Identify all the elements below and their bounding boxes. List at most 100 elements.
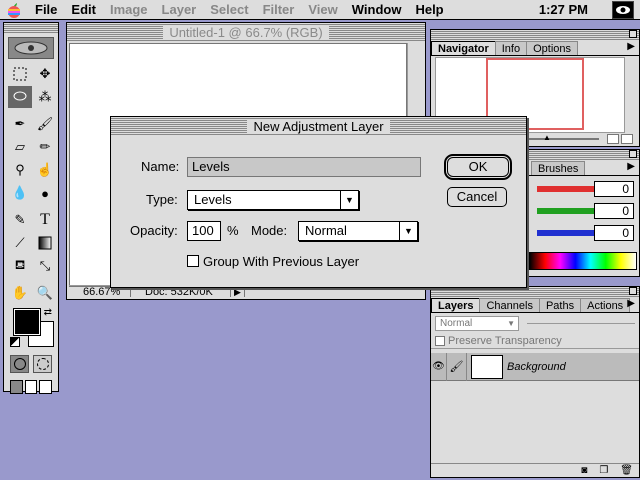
full-screen-menu-icon[interactable] xyxy=(24,380,38,394)
opacity-unit: % xyxy=(227,223,239,238)
tab-paths[interactable]: Paths xyxy=(538,298,582,312)
group-with-previous-checkbox[interactable] xyxy=(187,255,199,267)
move-tool-icon[interactable]: ✥ xyxy=(33,63,57,85)
type-select[interactable]: Levels ▼ xyxy=(187,190,359,210)
type-value: Levels xyxy=(194,192,232,207)
red-value[interactable]: 0 xyxy=(594,181,634,197)
new-layer-icon[interactable]: ❐ xyxy=(599,465,608,476)
preserve-transparency-checkbox[interactable] xyxy=(435,335,445,346)
green-value[interactable]: 0 xyxy=(594,203,634,219)
paintbrush-tool-icon[interactable]: 🖌 xyxy=(33,113,57,135)
tab-brushes[interactable]: Brushes xyxy=(531,161,586,175)
menu-edit[interactable]: Edit xyxy=(64,0,103,20)
menu-select[interactable]: Select xyxy=(203,0,255,20)
magic-wand-tool-icon[interactable]: ⁂ xyxy=(33,86,57,108)
dialog-title: New Adjustment Layer xyxy=(247,119,390,134)
layers-palette: Layers Channels Paths Actions ▶ Normal ▼… xyxy=(430,286,640,478)
paintbrush-icon[interactable]: 🖌 xyxy=(447,352,467,381)
document-titlebar[interactable]: Untitled-1 @ 66.7% (RGB) xyxy=(67,23,425,42)
menu-file[interactable]: File xyxy=(28,0,64,20)
swap-colors-icon[interactable]: ⇄ xyxy=(44,307,52,318)
group-with-previous-label[interactable]: Group With Previous Layer xyxy=(203,254,359,269)
palette-menu-arrow-icon[interactable]: ▶ xyxy=(627,161,635,172)
standard-mode-icon[interactable] xyxy=(10,355,29,373)
mode-select[interactable]: Normal ▼ xyxy=(298,221,418,241)
toolbox: ✥ ⁂ ✒ 🖌 ▱ ✏ ⚲ ☝ 💧 ● ✎ T ⟋ ⛾ ⤡ ✋ 🔍 ⇄ xyxy=(3,22,59,394)
opacity-label: Opacity: xyxy=(130,223,178,238)
pencil-tool-icon[interactable]: ✏ xyxy=(33,136,57,158)
menu-clock: 1:27 PM xyxy=(538,2,588,17)
hand-tool-icon[interactable]: ✋ xyxy=(8,282,32,304)
collapse-box-icon[interactable] xyxy=(629,30,637,38)
dodge-tool-icon[interactable]: ● xyxy=(33,182,57,204)
blur-tool-icon[interactable]: 💧 xyxy=(8,182,32,204)
layer-mask-icon[interactable]: ◙ xyxy=(581,465,587,476)
airbrush-tool-icon[interactable]: ✒ xyxy=(8,113,32,135)
full-screen-icon[interactable] xyxy=(39,380,53,394)
default-colors-icon[interactable] xyxy=(10,337,20,347)
palette-menu-arrow-icon[interactable]: ▶ xyxy=(627,41,635,52)
palette-menu-arrow-icon[interactable]: ▶ xyxy=(627,298,635,309)
collapse-box-icon[interactable] xyxy=(629,150,637,158)
pen-tool-icon[interactable]: ✎ xyxy=(8,209,32,231)
mode-label: Mode: xyxy=(251,223,288,238)
dialog-titlebar[interactable]: New Adjustment Layer xyxy=(111,117,526,136)
layers-palette-titlebar[interactable] xyxy=(431,287,639,297)
menu-help[interactable]: Help xyxy=(408,0,450,20)
layer-thumbnail xyxy=(471,354,503,379)
marquee-tool-icon[interactable] xyxy=(8,63,32,85)
eraser-tool-icon[interactable]: ▱ xyxy=(8,136,32,158)
menu-image[interactable]: Image xyxy=(103,0,155,20)
apple-icon[interactable] xyxy=(0,0,28,20)
eye-visibility-icon[interactable]: 👁 xyxy=(431,352,447,381)
zoom-tool-icon[interactable]: 🔍 xyxy=(33,282,57,304)
photoshop-eye-logo[interactable] xyxy=(8,37,54,59)
foreground-color-swatch[interactable] xyxy=(13,308,41,336)
navigator-palette-titlebar[interactable] xyxy=(431,30,639,40)
type-tool-icon[interactable]: T xyxy=(33,209,57,231)
menu-filter[interactable]: Filter xyxy=(256,0,302,20)
paint-bucket-tool-icon[interactable]: ⛾ xyxy=(8,255,32,277)
blend-mode-value: Normal xyxy=(440,317,473,329)
new-adjustment-layer-dialog: New Adjustment Layer Name: Levels Type: … xyxy=(110,116,527,288)
name-label: Name: xyxy=(141,159,180,174)
tab-layers[interactable]: Layers xyxy=(431,298,481,312)
chevron-down-icon: ▼ xyxy=(399,222,417,240)
toolbox-titlebar[interactable] xyxy=(4,23,58,33)
opacity-slider[interactable] xyxy=(527,322,635,324)
tab-options[interactable]: Options xyxy=(526,41,579,55)
opacity-field[interactable]: 100 xyxy=(187,221,221,241)
blend-mode-select[interactable]: Normal ▼ xyxy=(435,315,519,331)
color-spectrum[interactable] xyxy=(529,252,637,270)
trash-icon[interactable]: 🗑 xyxy=(620,465,633,476)
tab-navigator[interactable]: Navigator xyxy=(431,41,496,55)
rubber-stamp-tool-icon[interactable]: ⚲ xyxy=(8,159,32,181)
quick-mask-mode-icon[interactable] xyxy=(33,355,52,373)
line-tool-icon[interactable]: ⟋ xyxy=(8,232,32,254)
tab-info[interactable]: Info xyxy=(494,41,528,55)
menu-window[interactable]: Window xyxy=(345,0,409,20)
standard-screen-icon[interactable] xyxy=(10,380,23,394)
ok-button[interactable]: OK xyxy=(444,154,512,180)
navigator-zoom-slider[interactable]: ▲ xyxy=(523,133,599,142)
zoom-in-icon[interactable] xyxy=(621,134,633,144)
eye-app-icon[interactable] xyxy=(612,1,634,19)
cancel-button[interactable]: Cancel xyxy=(447,187,507,207)
eyedropper-tool-icon[interactable]: ⤡ xyxy=(33,255,57,277)
menu-view[interactable]: View xyxy=(301,0,344,20)
blue-value[interactable]: 0 xyxy=(594,225,634,241)
type-label: Type: xyxy=(146,192,178,207)
tab-actions[interactable]: Actions xyxy=(580,298,631,312)
collapse-box-icon[interactable] xyxy=(629,287,637,295)
layer-row[interactable]: 👁 🖌 Background xyxy=(431,352,639,381)
smudge-tool-icon[interactable]: ☝ xyxy=(33,159,57,181)
menu-bar: File Edit Image Layer Select Filter View… xyxy=(0,0,640,20)
tab-channels[interactable]: Channels xyxy=(479,298,540,312)
menu-layer[interactable]: Layer xyxy=(155,0,204,20)
chevron-down-icon: ▼ xyxy=(507,318,515,328)
zoom-out-icon[interactable] xyxy=(607,134,619,144)
mode-value: Normal xyxy=(305,223,347,238)
name-field[interactable]: Levels xyxy=(187,157,421,177)
lasso-tool-icon[interactable] xyxy=(8,86,32,108)
gradient-tool-icon[interactable] xyxy=(33,232,57,254)
